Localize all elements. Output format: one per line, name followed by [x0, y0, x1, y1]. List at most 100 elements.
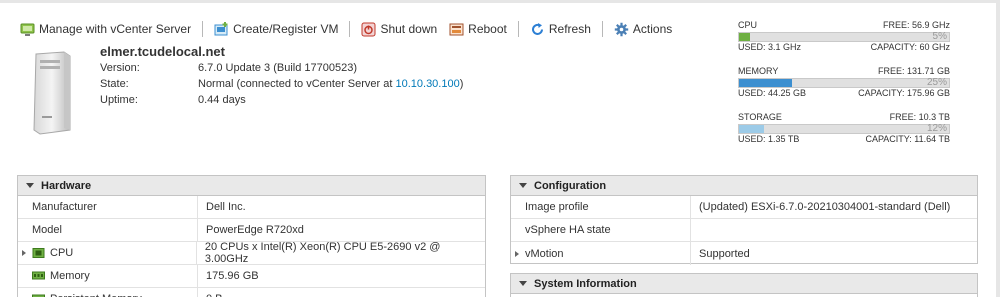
toolbar-separator — [202, 21, 204, 37]
refresh-label: Refresh — [548, 22, 591, 36]
memory-free: FREE: 131.71 GB — [877, 66, 950, 76]
uptime-value: 0.44 days — [198, 94, 246, 106]
storage-usage-fill — [739, 125, 765, 133]
configuration-title: Configuration — [534, 179, 607, 192]
toolbar-separator — [517, 21, 519, 37]
cpu-label: CPU — [738, 20, 758, 30]
create-vm-icon — [214, 21, 229, 37]
refresh-icon — [530, 22, 545, 37]
uptime-row: Uptime: 0.44 days — [100, 94, 246, 108]
version-value: 6.7.0 Update 3 (Build 17700523) — [198, 62, 358, 74]
memory-meter: MEMORY FREE: 131.71 GB 25% USED: 44.25 GB… — [738, 66, 950, 99]
row-value: Dell Inc. — [206, 201, 246, 213]
cpu-percent: 5% — [932, 31, 947, 42]
memory-percent: 25% — [926, 77, 947, 88]
memory-usage-bar: 25% — [738, 78, 950, 88]
reboot-button[interactable]: Reboot — [449, 20, 507, 38]
table-row: Manufacturer Dell Inc. — [18, 196, 485, 219]
server-icon — [30, 50, 72, 135]
state-key: State: — [100, 78, 129, 90]
host-name: elmer.tcudelocal.net — [100, 44, 225, 59]
row-value: Supported — [699, 247, 750, 260]
system-information-panel-header[interactable]: System Information — [511, 274, 977, 294]
row-key: Memory — [50, 270, 90, 282]
collapse-triangle-icon — [519, 281, 527, 286]
memory-module-icon — [32, 271, 45, 281]
storage-meter: STORAGE FREE: 10.3 TB 12% USED: 1.35 TB CA… — [738, 112, 950, 145]
actions-label: Actions — [632, 22, 673, 36]
toolbar-separator — [349, 21, 351, 37]
table-row: Image profile (Updated) ESXi-6.7.0-20210… — [511, 196, 977, 219]
scrollbar-track[interactable] — [996, 0, 1000, 297]
row-value: 20 CPUs x Intel(R) Xeon(R) CPU E5-2690 v… — [204, 241, 441, 265]
storage-free: FREE: 10.3 TB — [889, 112, 950, 122]
row-value: 0 B — [206, 293, 223, 297]
expand-arrow-icon[interactable] — [22, 250, 26, 256]
manage-vcenter-button[interactable]: Manage with vCenter Server — [20, 20, 191, 38]
system-information-title: System Information — [534, 277, 637, 290]
cpu-meter: CPU FREE: 56.9 GHz 5% USED: 3.1 GHz CAPACI… — [738, 20, 950, 53]
configuration-panel-header[interactable]: Configuration — [511, 176, 977, 196]
manage-vcenter-label: Manage with vCenter Server — [39, 22, 192, 36]
row-value: 175.96 GB — [206, 270, 259, 282]
shut-down-label: Shut down — [380, 22, 438, 36]
table-row: Model PowerEdge R720xd — [18, 219, 485, 242]
create-register-vm-button[interactable]: Create/Register VM — [214, 20, 338, 38]
shut-down-button[interactable]: Shut down — [361, 20, 437, 38]
row-key: Persistent Memory — [50, 293, 142, 297]
configuration-panel: Configuration Image profile (Updated) ES… — [510, 175, 978, 265]
table-row-cpu[interactable]: CPU 20 CPUs x Intel(R) Xeon(R) CPU E5-26… — [18, 241, 485, 265]
memory-label: MEMORY — [738, 66, 779, 76]
table-row-vmotion[interactable]: vMotion Supported — [511, 242, 977, 265]
storage-label: STORAGE — [738, 112, 782, 122]
state-value: Normal (connected to vCenter Server at 1… — [198, 78, 463, 92]
row-key: Model — [32, 224, 62, 236]
vcenter-ip-link[interactable]: 10.10.30.100 — [395, 78, 459, 90]
collapse-triangle-icon — [519, 183, 527, 188]
actions-button[interactable]: Actions — [614, 20, 672, 38]
row-key: Image profile — [525, 201, 589, 213]
cpu-usage-bar: 5% — [738, 32, 950, 42]
cpu-usage-fill — [739, 33, 750, 41]
cpu-capacity: CAPACITY: 60 GHz — [870, 42, 950, 52]
storage-percent: 12% — [926, 123, 947, 134]
hardware-panel-header[interactable]: Hardware — [18, 176, 485, 196]
memory-capacity: CAPACITY: 175.96 GB — [858, 88, 950, 98]
version-row: Version: 6.7.0 Update 3 (Build 17700523) — [100, 62, 357, 76]
top-border — [0, 0, 1000, 3]
collapse-triangle-icon — [26, 183, 34, 188]
row-key: vMotion — [525, 247, 564, 260]
refresh-button[interactable]: Refresh — [530, 20, 591, 38]
create-register-vm-label: Create/Register VM — [233, 22, 339, 36]
cpu-free: FREE: 56.9 GHz — [882, 20, 950, 30]
table-row: vSphere HA state — [511, 219, 977, 242]
hardware-panel: Hardware Manufacturer Dell Inc. Model Po… — [17, 175, 486, 297]
expand-arrow-icon[interactable] — [515, 250, 519, 257]
table-row: Memory 175.96 GB — [18, 265, 485, 288]
vcenter-icon — [20, 22, 35, 37]
memory-used: USED: 44.25 GB — [738, 88, 807, 98]
reboot-label: Reboot — [468, 22, 507, 36]
cpu-chip-icon — [32, 248, 45, 258]
version-key: Version: — [100, 62, 140, 74]
row-value: (Updated) ESXi-6.7.0-20210304001-standar… — [699, 201, 951, 213]
cpu-used: USED: 3.1 GHz — [738, 42, 802, 52]
state-row: State: Normal (connected to vCenter Serv… — [100, 78, 463, 92]
memory-usage-fill — [739, 79, 792, 87]
reboot-icon — [449, 22, 464, 37]
toolbar-separator — [601, 21, 603, 37]
system-information-panel: System Information — [510, 273, 978, 297]
storage-used: USED: 1.35 TB — [738, 134, 800, 144]
uptime-key: Uptime: — [100, 94, 138, 106]
row-value: PowerEdge R720xd — [206, 224, 304, 236]
row-key: vSphere HA state — [525, 224, 611, 236]
hardware-title: Hardware — [41, 179, 92, 192]
row-key: CPU — [50, 247, 74, 259]
gear-icon — [614, 22, 629, 37]
storage-capacity: CAPACITY: 11.64 TB — [865, 134, 950, 144]
state-suffix: ) — [459, 78, 464, 90]
state-prefix: Normal (connected to vCenter Server at — [198, 78, 396, 90]
table-row: Persistent Memory 0 B — [18, 288, 485, 297]
row-key: Manufacturer — [32, 201, 97, 213]
storage-usage-bar: 12% — [738, 124, 950, 134]
